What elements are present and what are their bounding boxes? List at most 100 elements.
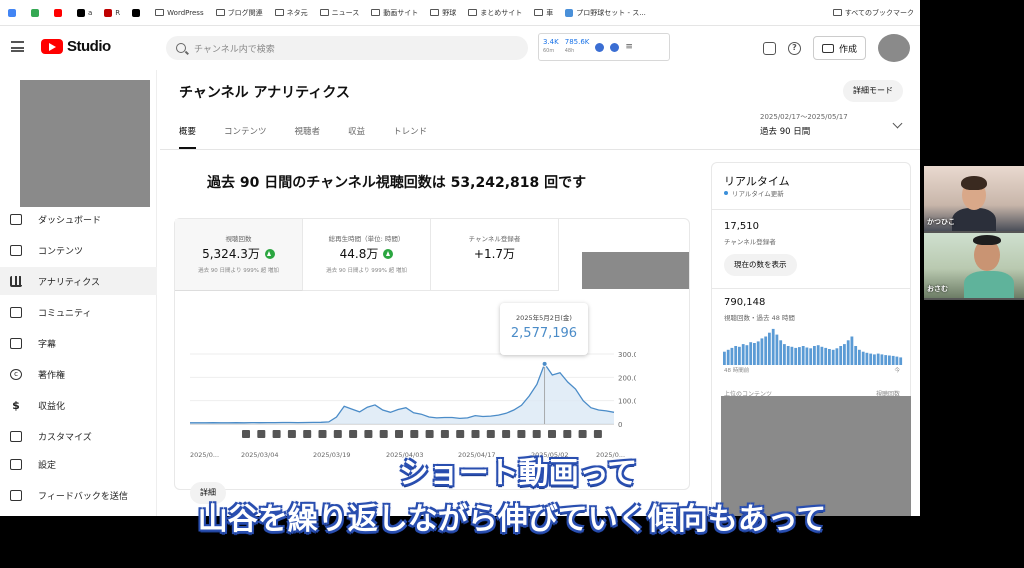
video-marker[interactable] [486, 430, 495, 438]
analytics-tab[interactable]: 収益 [348, 123, 365, 149]
sidebar-item[interactable]: カスタマイズ [0, 422, 157, 450]
realtime-bar[interactable] [891, 355, 895, 365]
video-marker[interactable] [532, 430, 541, 438]
detail-mode-button[interactable]: 詳細モード [843, 80, 903, 102]
realtime-bar[interactable] [798, 347, 801, 365]
bookmark-item[interactable] [54, 8, 65, 17]
realtime-bar[interactable] [730, 347, 734, 365]
comment-icon[interactable] [762, 41, 776, 55]
hover-point[interactable] [541, 360, 548, 367]
bookmark-item[interactable]: ブログ関連 [215, 8, 263, 18]
realtime-bar[interactable] [865, 352, 869, 365]
realtime-bar[interactable] [775, 334, 779, 365]
realtime-bar[interactable] [753, 343, 756, 365]
realtime-bar[interactable] [764, 336, 768, 366]
metric-tile[interactable]: 視聴回数 5,324.3万 過去 90 日間より 999% 超 増加 [175, 219, 303, 291]
bookmark-item[interactable]: R [104, 8, 120, 17]
video-marker[interactable] [379, 430, 388, 438]
realtime-bar[interactable] [801, 346, 805, 365]
metric-tile[interactable]: 総再生時間（単位: 時間） 44.8万 過去 90 日間より 999% 超 増加 [303, 219, 431, 291]
bookmark-item[interactable] [132, 8, 143, 17]
video-marker[interactable] [364, 430, 373, 438]
realtime-bar[interactable] [756, 341, 760, 365]
analytics-tab[interactable]: 視聴者 [295, 123, 321, 149]
bookmark-item[interactable]: まとめサイト [468, 8, 522, 18]
bookmark-item[interactable]: WordPress [155, 9, 204, 17]
sidebar-item[interactable]: $ 収益化 [0, 391, 157, 419]
bookmark-item[interactable]: a [77, 8, 92, 17]
video-marker[interactable] [333, 430, 342, 438]
sidebar-item[interactable]: ダッシュボード [0, 205, 157, 233]
realtime-bar[interactable] [843, 344, 846, 365]
video-marker[interactable] [517, 430, 526, 438]
stats-extension-widget[interactable]: 3.4K 60m 785.6K 48h ≡ [538, 33, 670, 61]
realtime-bar[interactable] [895, 356, 899, 365]
date-range-picker[interactable]: 2025/02/17～2025/05/17 過去 90 日間 [760, 112, 905, 138]
realtime-bar[interactable] [813, 346, 816, 365]
video-marker[interactable] [410, 430, 419, 438]
video-marker[interactable] [349, 430, 358, 438]
analytics-tab[interactable]: コンテンツ [224, 123, 267, 149]
video-marker[interactable] [471, 430, 480, 438]
bookmark-item[interactable]: 野球 [430, 8, 456, 18]
realtime-bar[interactable] [779, 340, 783, 365]
realtime-bar[interactable] [884, 355, 888, 365]
realtime-bar[interactable] [745, 345, 749, 365]
avatar[interactable] [878, 34, 910, 62]
video-marker[interactable] [257, 430, 266, 438]
channel-thumbnail-redacted[interactable] [20, 80, 150, 207]
video-marker[interactable] [272, 430, 281, 438]
realtime-bar[interactable] [831, 349, 835, 365]
bookmark-item[interactable]: 車 [534, 8, 553, 18]
realtime-bar[interactable] [835, 348, 839, 365]
analytics-tab[interactable]: 概要 [179, 123, 197, 149]
realtime-bar[interactable] [741, 344, 745, 365]
bookmark-item[interactable]: 動画サイト [371, 8, 418, 18]
realtime-bar[interactable] [846, 340, 850, 365]
realtime-bar[interactable] [824, 347, 828, 365]
realtime-bar[interactable] [888, 355, 891, 366]
channel-search-input[interactable]: チャンネル内で検索 [166, 36, 528, 60]
video-marker[interactable] [318, 430, 327, 438]
video-marker[interactable] [593, 430, 602, 438]
realtime-bar[interactable] [899, 357, 903, 365]
realtime-bar[interactable] [771, 328, 775, 365]
bookmark-item[interactable]: ニュース [319, 8, 359, 18]
realtime-bar[interactable] [783, 344, 786, 365]
realtime-bar[interactable] [749, 342, 753, 365]
realtime-bar[interactable] [820, 346, 824, 365]
realtime-bar[interactable] [839, 346, 843, 365]
realtime-bar[interactable] [854, 346, 858, 365]
realtime-bar[interactable] [734, 346, 738, 365]
video-marker[interactable] [502, 430, 511, 438]
bookmark-item[interactable] [8, 8, 19, 17]
all-bookmarks[interactable]: すべてのブックマーク [832, 7, 914, 18]
video-marker[interactable] [563, 430, 572, 438]
realtime-bar[interactable] [828, 349, 831, 365]
video-marker[interactable] [287, 430, 296, 438]
video-marker[interactable] [303, 430, 312, 438]
sidebar-item[interactable]: アナリティクス [0, 267, 157, 295]
realtime-bar[interactable] [786, 346, 790, 365]
bookmark-item[interactable]: ネタ元 [274, 8, 308, 18]
analytics-tab[interactable]: トレンド [393, 123, 427, 149]
realtime-bar[interactable] [760, 338, 764, 365]
create-button[interactable]: 作成 [812, 36, 866, 60]
realtime-bar[interactable] [858, 349, 861, 365]
realtime-bar[interactable] [723, 351, 726, 365]
video-marker[interactable] [456, 430, 465, 438]
video-marker[interactable] [395, 430, 403, 438]
metric-tile[interactable]: チャンネル登録者 +1.7万 [431, 219, 559, 291]
realtime-bar[interactable] [805, 347, 809, 366]
video-marker[interactable] [578, 430, 587, 438]
realtime-bar[interactable] [768, 332, 771, 365]
realtime-bar[interactable] [738, 346, 741, 365]
realtime-bar[interactable] [794, 347, 798, 365]
realtime-bar[interactable] [816, 345, 820, 365]
sidebar-item[interactable]: コミュニティ [0, 298, 157, 326]
studio-logo[interactable]: Studio [41, 38, 111, 55]
realtime-bar[interactable] [873, 354, 876, 365]
help-icon[interactable]: ? [787, 41, 801, 55]
sidebar-item[interactable]: c 著作権 [0, 360, 157, 388]
realtime-bar[interactable] [809, 348, 813, 365]
